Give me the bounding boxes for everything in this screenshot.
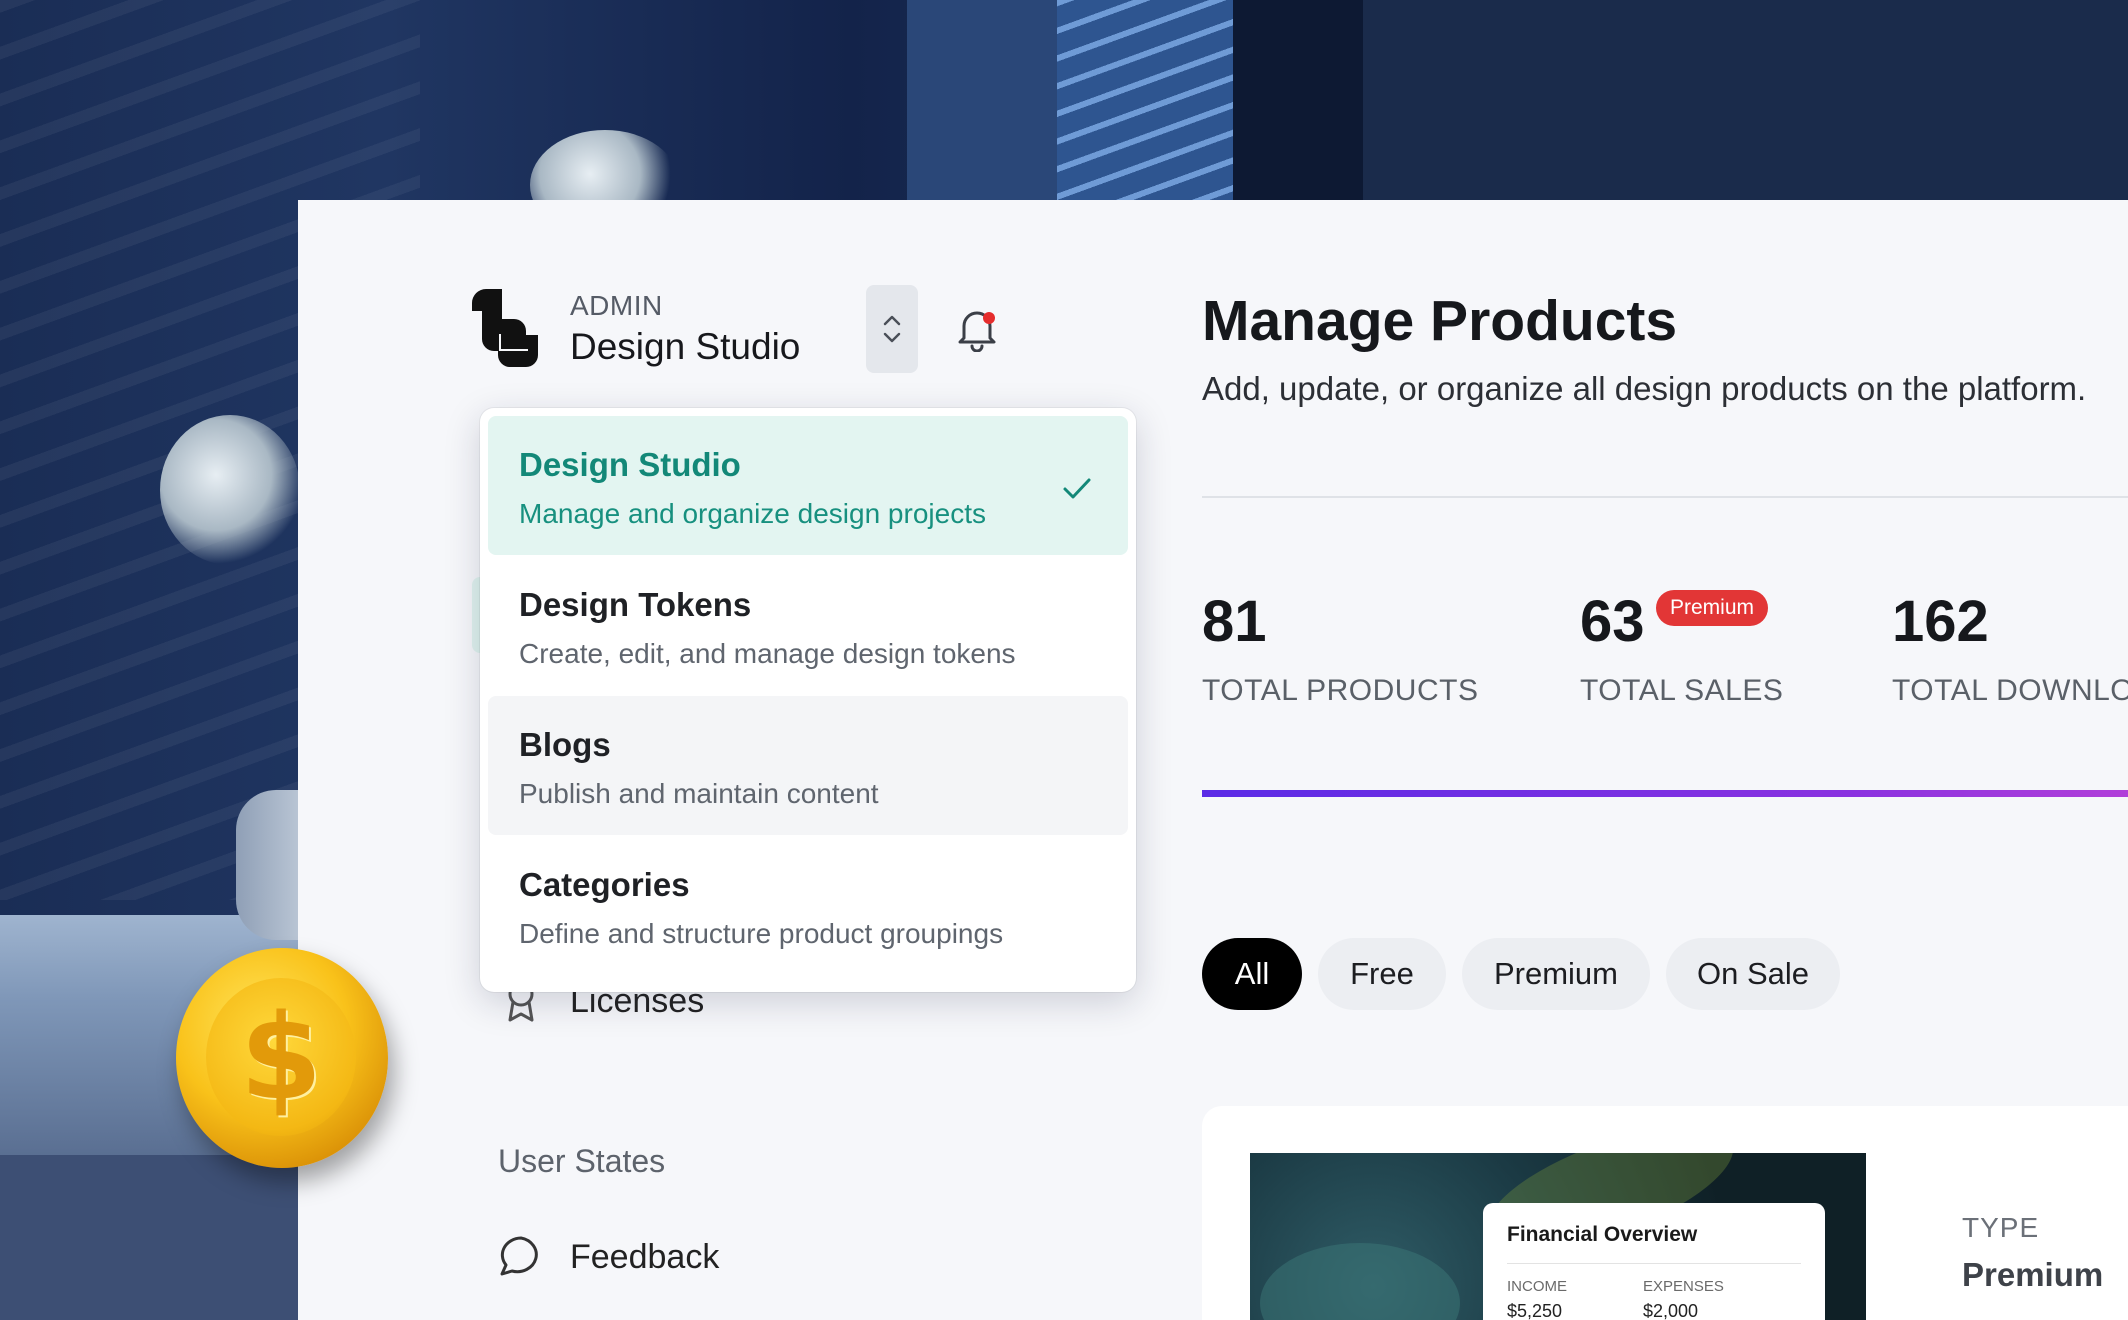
workspace-dropdown: Design Studio Manage and organize design… [480, 408, 1136, 992]
dropdown-item-subtitle: Publish and maintain content [519, 778, 879, 809]
bell-icon[interactable] [956, 306, 998, 352]
workspace-name[interactable]: Design Studio [570, 326, 800, 368]
stat-total-sales-label: TOTAL SALES [1580, 674, 1784, 707]
stats-progress-bar [1202, 790, 2128, 797]
dropdown-item-subtitle: Manage and organize design projects [519, 498, 986, 529]
premium-badge: Premium [1656, 590, 1769, 626]
filter-chip-premium[interactable]: Premium [1462, 938, 1650, 1010]
dropdown-item-subtitle: Create, edit, and manage design tokens [519, 638, 1016, 669]
dropdown-item-title: Design Studio [519, 446, 741, 483]
filter-chip-all[interactable]: All [1202, 938, 1302, 1010]
chevron-up-icon [883, 315, 901, 326]
sidebar-section-title: User States [498, 1143, 666, 1179]
filter-chip-on-sale[interactable]: On Sale [1666, 938, 1840, 1010]
notification-dot [983, 312, 995, 324]
coin-decoration: $ [176, 948, 388, 1168]
page-subtitle: Add, update, or organize all design prod… [1202, 370, 2087, 407]
dropdown-item-title: Blogs [519, 726, 611, 763]
background-pillar [907, 0, 1057, 200]
workspace-role-label: ADMIN [570, 290, 663, 321]
stat-total-downloads-value: 162 [1892, 589, 1989, 654]
check-icon [1063, 478, 1091, 499]
header-divider [1202, 496, 2128, 498]
preview-expenses-value: $2,000 [1643, 1301, 1699, 1320]
background-ledge [0, 1155, 300, 1320]
financial-overview-preview: Financial Overview INCOME $5,250 EXPENSE… [1483, 1203, 1825, 1320]
dropdown-item-design-tokens[interactable]: Design Tokens Create, edit, and manage d… [488, 556, 1128, 695]
background-dark-strip [1233, 0, 1363, 200]
stat-total-products-value: 81 [1202, 589, 1267, 654]
background-blinds [1057, 0, 1233, 200]
product-type-value: Premium [1962, 1256, 2104, 1293]
dropdown-item-design-studio[interactable]: Design Studio Manage and organize design… [488, 416, 1128, 555]
dollar-sign-icon: $ [239, 988, 323, 1126]
workspace-switcher-button[interactable] [866, 285, 918, 373]
dropdown-item-blogs[interactable]: Blogs Publish and maintain content [488, 696, 1128, 835]
dropdown-item-categories[interactable]: Categories Define and structure product … [488, 836, 1128, 975]
stat-total-sales-value: 63 [1580, 589, 1645, 654]
brand-logo-icon [472, 289, 538, 367]
preview-expenses-label: EXPENSES [1643, 1278, 1724, 1295]
flower-decoration [160, 415, 300, 565]
preview-income-label: INCOME [1507, 1278, 1567, 1295]
stat-total-products-label: TOTAL PRODUCTS [1202, 674, 1479, 707]
preview-title: Financial Overview [1507, 1223, 1698, 1246]
stats-progress-fill [1202, 790, 2128, 797]
dropdown-item-title: Design Tokens [519, 586, 752, 623]
preview-income-value: $5,250 [1507, 1301, 1563, 1320]
filter-chip-free[interactable]: Free [1318, 938, 1446, 1010]
stat-total-downloads-label: TOTAL DOWNLOA [1892, 674, 2128, 707]
dropdown-item-subtitle: Define and structure product groupings [519, 918, 1004, 949]
dropdown-item-title: Categories [519, 866, 690, 903]
page-title: Manage Products [1202, 289, 1678, 353]
sidebar-item-feedback[interactable]: Feedback [570, 1238, 719, 1277]
chat-bubble-icon [500, 1236, 538, 1276]
background-wall [1363, 0, 2128, 200]
chevron-down-icon [883, 332, 901, 343]
product-type-label: TYPE [1962, 1212, 2040, 1243]
